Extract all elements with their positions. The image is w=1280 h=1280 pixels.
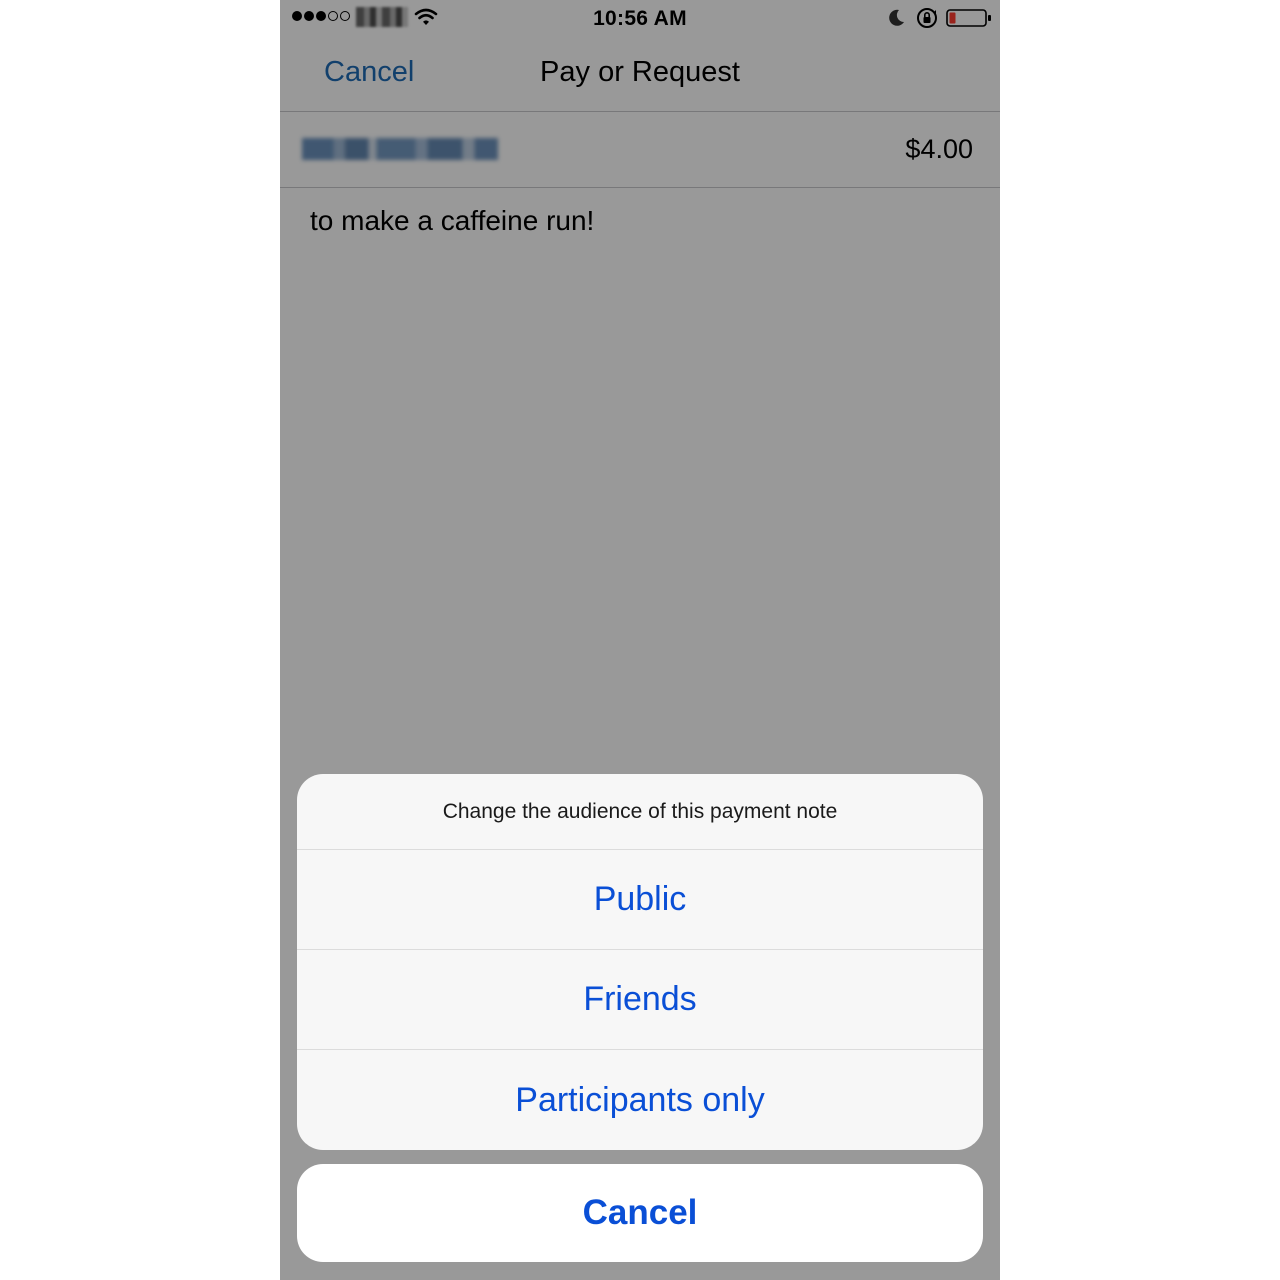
audience-action-sheet: Change the audience of this payment note… (297, 774, 983, 1150)
audience-option-participants-only[interactable]: Participants only (297, 1050, 983, 1150)
audience-option-public[interactable]: Public (297, 850, 983, 950)
page: 10:56 AM Cancel Pay or Request $4.00 to … (0, 0, 1280, 1280)
action-sheet-cancel-button[interactable]: Cancel (297, 1164, 983, 1262)
audience-option-friends[interactable]: Friends (297, 950, 983, 1050)
phone-screen: 10:56 AM Cancel Pay or Request $4.00 to … (280, 0, 1000, 1280)
action-sheet-title: Change the audience of this payment note (297, 774, 983, 850)
